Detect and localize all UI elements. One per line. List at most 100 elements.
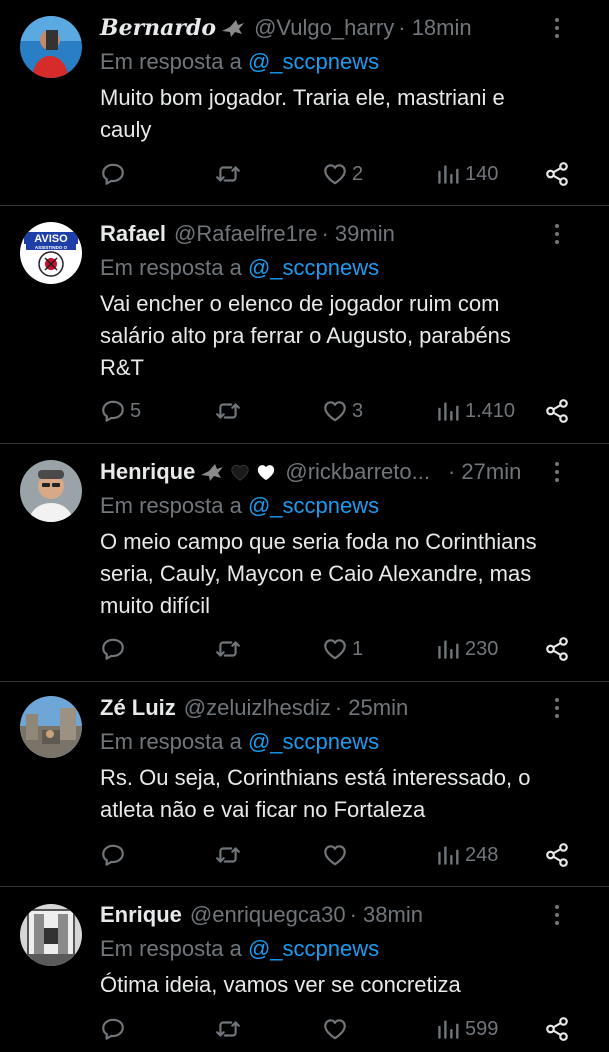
- views-icon: [435, 636, 461, 662]
- retweet-button[interactable]: [215, 396, 245, 426]
- more-options-icon[interactable]: [545, 900, 569, 930]
- reply-button[interactable]: 5: [100, 396, 141, 426]
- view-count: 1.410: [465, 399, 516, 422]
- share-icon: [544, 842, 570, 868]
- views-icon: [435, 1016, 461, 1042]
- share-button[interactable]: [544, 159, 570, 189]
- reply-button[interactable]: [100, 634, 130, 664]
- avatar[interactable]: [20, 696, 82, 758]
- views-icon: [435, 398, 461, 424]
- view-count: 140: [465, 162, 499, 185]
- tweet[interactable]: Bernardo @Vulgo_harry · 18min Em respost…: [0, 0, 609, 206]
- tweet-text-line: Muito bom jogador. Traria ele, mastriani…: [100, 85, 505, 110]
- timestamp[interactable]: · 18min: [398, 13, 471, 43]
- share-button[interactable]: [544, 634, 570, 664]
- tweet-actions: 1 230: [100, 634, 589, 664]
- like-button[interactable]: 1: [322, 634, 363, 664]
- eagle-emoji-icon: [199, 461, 225, 483]
- like-count: 3: [352, 399, 364, 422]
- author-name[interactable]: Henrique: [100, 457, 195, 487]
- tweet-text: Muito bom jogador. Traria ele, mastriani…: [100, 82, 589, 146]
- more-options-icon[interactable]: [545, 13, 569, 43]
- view-count: 248: [465, 843, 499, 866]
- like-button[interactable]: 3: [322, 396, 363, 426]
- reply-button[interactable]: [100, 159, 130, 189]
- author-handle[interactable]: @Rafaelfre1re: [174, 219, 317, 249]
- tweet[interactable]: Henrique @rickbarreto... · 27min Em resp…: [0, 444, 609, 682]
- author-handle[interactable]: @enriquegca30: [190, 900, 346, 930]
- tweet-actions: 5 3 1.410: [100, 396, 589, 426]
- like-button[interactable]: 2: [322, 159, 363, 189]
- mention-link[interactable]: @_sccpnews: [248, 49, 379, 74]
- author-name[interactable]: Enrique: [100, 900, 182, 930]
- tweet-body: Enrique @enriquegca30 · 38min Em respost…: [100, 900, 589, 1001]
- reply-prefix: Em resposta a: [100, 936, 248, 961]
- views-button[interactable]: 1.410: [435, 396, 515, 426]
- mention-link[interactable]: @_sccpnews: [248, 493, 379, 518]
- avatar-logo-text: AVISO: [34, 233, 68, 245]
- timestamp[interactable]: · 39min: [321, 219, 394, 249]
- tweet-header: Rafael @Rafaelfre1re · 39min: [100, 219, 589, 249]
- reply-icon: [100, 636, 126, 662]
- share-button[interactable]: [544, 396, 570, 426]
- tweet-actions: 248: [100, 840, 589, 870]
- author-handle[interactable]: @rickbarreto...: [285, 457, 430, 487]
- timestamp[interactable]: · 25min: [335, 693, 408, 723]
- more-options-icon[interactable]: [545, 457, 569, 487]
- reply-prefix: Em resposta a: [100, 493, 248, 518]
- avatar[interactable]: [20, 460, 82, 522]
- retweet-button[interactable]: [215, 840, 245, 870]
- avatar[interactable]: AVISO ASSISTINDO O: [20, 222, 82, 284]
- more-options-icon[interactable]: [545, 219, 569, 249]
- more-options-icon[interactable]: [545, 693, 569, 723]
- heart-icon: [322, 842, 348, 868]
- reply-count: 5: [130, 399, 142, 422]
- tweet-text-line: seria, Cauly, Maycon e Caio Alexandre, m…: [100, 561, 532, 586]
- tweet-header: Zé Luiz @zeluizlhesdiz · 25min: [100, 693, 589, 723]
- avatar[interactable]: [20, 16, 82, 78]
- author-name[interactable]: Bernardo: [100, 13, 216, 43]
- retweet-icon: [215, 842, 241, 868]
- black-heart-icon: [229, 462, 251, 482]
- author-name[interactable]: Rafael: [100, 219, 166, 249]
- timestamp[interactable]: · 27min: [448, 457, 521, 487]
- share-button[interactable]: [544, 1014, 570, 1044]
- views-button[interactable]: 140: [435, 159, 498, 189]
- tweet-actions: 2 140: [100, 159, 589, 189]
- reply-button[interactable]: [100, 1014, 130, 1044]
- views-button[interactable]: 230: [435, 634, 498, 664]
- reply-feed: Bernardo @Vulgo_harry · 18min Em respost…: [0, 0, 609, 1052]
- share-icon: [544, 1016, 570, 1042]
- white-heart-icon: [255, 462, 277, 482]
- tweet-text-line: cauly: [100, 117, 152, 142]
- tweet-text: O meio campo que seria foda no Corinthia…: [100, 526, 589, 622]
- views-button[interactable]: 248: [435, 840, 498, 870]
- tweet-header: Bernardo @Vulgo_harry · 18min: [100, 13, 589, 43]
- mention-link[interactable]: @_sccpnews: [248, 729, 379, 754]
- author-name[interactable]: Zé Luiz: [100, 693, 176, 723]
- mention-link[interactable]: @_sccpnews: [248, 936, 379, 961]
- reply-icon: [100, 398, 126, 424]
- mention-link[interactable]: @_sccpnews: [248, 255, 379, 280]
- heart-icon: [322, 1016, 348, 1042]
- tweet-text-line: salário alto pra ferrar o Augusto, parab…: [100, 323, 511, 348]
- tweet[interactable]: Zé Luiz @zeluizlhesdiz · 25min Em respos…: [0, 682, 609, 887]
- author-handle[interactable]: @zeluizlhesdiz: [184, 693, 331, 723]
- tweet[interactable]: Enrique @enriquegca30 · 38min Em respost…: [0, 887, 609, 1052]
- reply-button[interactable]: [100, 840, 130, 870]
- share-button[interactable]: [544, 840, 570, 870]
- author-handle[interactable]: @Vulgo_harry: [254, 13, 394, 43]
- tweet-text-line: O meio campo que seria foda no Corinthia…: [100, 529, 537, 554]
- tweet-text-line: Rs. Ou seja, Corinthians está interessad…: [100, 765, 531, 790]
- like-button[interactable]: [322, 1014, 352, 1044]
- views-button[interactable]: 599: [435, 1014, 498, 1044]
- like-count: 2: [352, 162, 364, 185]
- timestamp[interactable]: · 38min: [350, 900, 423, 930]
- avatar-logo-subtext: ASSISTINDO O: [35, 245, 68, 250]
- retweet-button[interactable]: [215, 634, 245, 664]
- tweet[interactable]: AVISO ASSISTINDO O Rafael @Rafaelfre1re …: [0, 206, 609, 444]
- avatar[interactable]: [20, 904, 82, 966]
- retweet-button[interactable]: [215, 1014, 245, 1044]
- retweet-button[interactable]: [215, 159, 245, 189]
- like-button[interactable]: [322, 840, 352, 870]
